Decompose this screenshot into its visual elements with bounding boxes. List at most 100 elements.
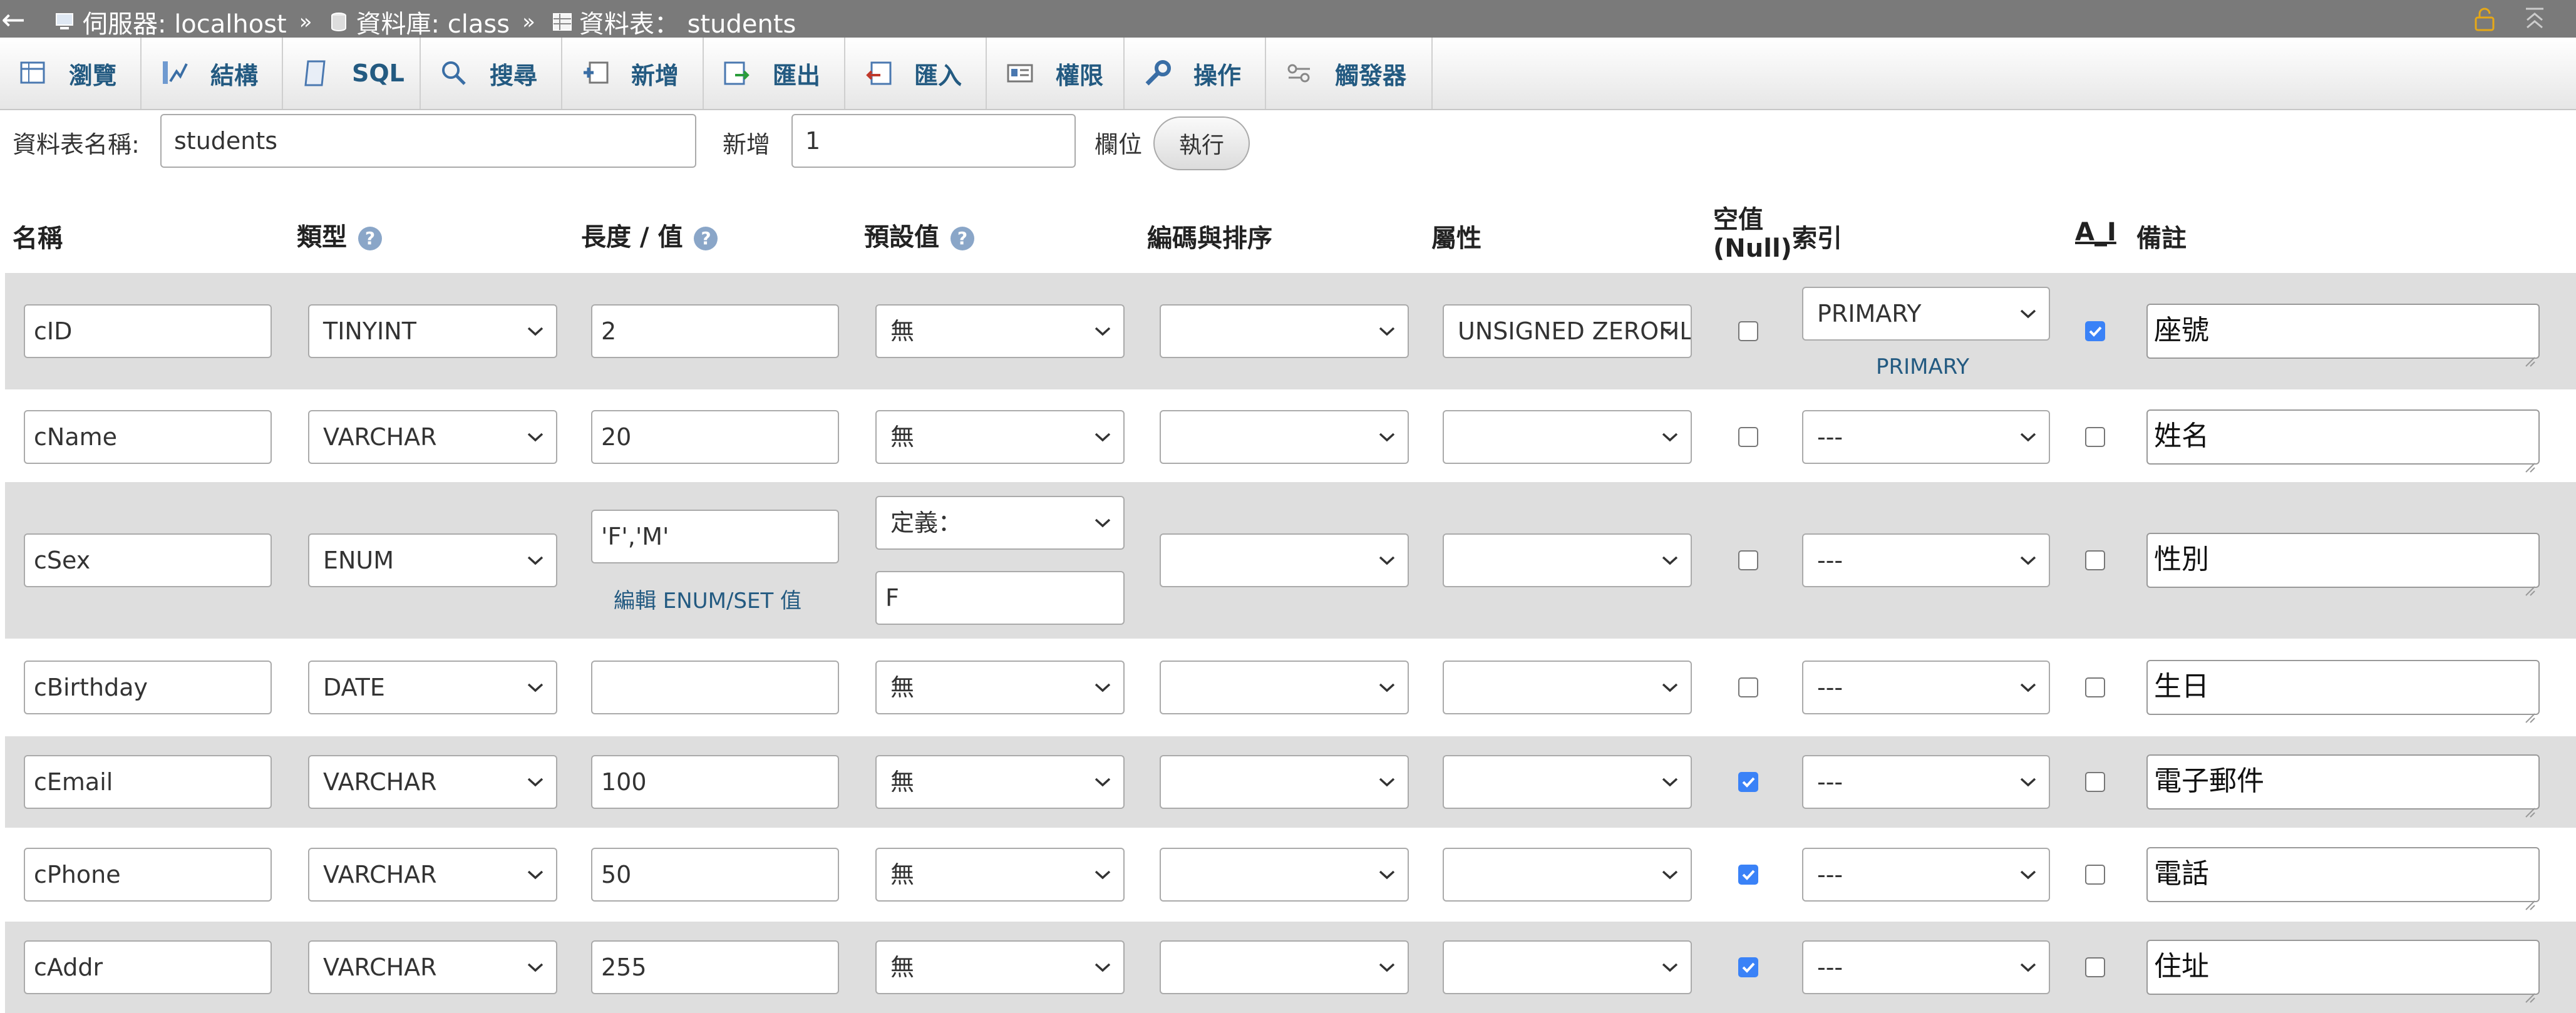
column-name-input[interactable]: cID — [24, 304, 272, 358]
breadcrumb-table[interactable]: 資料表： students — [579, 4, 796, 40]
column-index-select[interactable]: --- — [1802, 940, 2050, 994]
column-comment-textarea[interactable]: 性別 — [2146, 533, 2540, 596]
column-index-select[interactable]: --- — [1802, 410, 2050, 464]
column-null-checkbox[interactable] — [1738, 550, 1758, 570]
column-null-checkbox[interactable] — [1738, 865, 1758, 885]
column-collation-select[interactable] — [1160, 940, 1409, 994]
column-length-input[interactable]: 'F','M' — [591, 510, 839, 563]
resize-handle-icon[interactable] — [2522, 979, 2536, 1003]
collapse-icon[interactable] — [2522, 6, 2547, 31]
column-comment-textarea[interactable]: 電子郵件 — [2146, 754, 2540, 818]
column-default-select[interactable]: 無 — [875, 848, 1125, 902]
column-attribute-select[interactable]: UNSIGNED ZEROFILL — [1443, 304, 1692, 358]
column-null-checkbox[interactable] — [1738, 772, 1758, 792]
column-null-checkbox[interactable] — [1738, 427, 1758, 447]
back-arrow-icon[interactable]: ← — [1, 3, 26, 36]
column-attribute-select[interactable] — [1443, 848, 1692, 902]
column-length-input[interactable]: 100 — [591, 755, 839, 809]
column-index-select[interactable]: --- — [1802, 661, 2050, 714]
column-index-select[interactable]: --- — [1802, 755, 2050, 809]
column-collation-select[interactable] — [1160, 304, 1409, 358]
resize-handle-icon[interactable] — [2522, 886, 2536, 910]
column-type-select[interactable]: DATE — [308, 661, 557, 714]
resize-handle-icon[interactable] — [2522, 793, 2536, 818]
column-name-input[interactable]: cName — [24, 410, 272, 464]
column-length-input[interactable]: 20 — [591, 410, 839, 464]
tab-export[interactable]: 匯出 — [704, 38, 845, 109]
tab-browse[interactable]: 瀏覽 — [0, 38, 142, 109]
lock-icon[interactable] — [2472, 6, 2497, 31]
column-attribute-select[interactable] — [1443, 755, 1692, 809]
column-name-input[interactable]: cEmail — [24, 755, 272, 809]
column-name-input[interactable]: cPhone — [24, 848, 272, 902]
tab-import[interactable]: 匯入 — [845, 38, 987, 109]
column-length-input[interactable] — [591, 661, 839, 714]
tab-operations[interactable]: 操作 — [1125, 38, 1266, 109]
column-auto-increment-checkbox[interactable] — [2085, 321, 2105, 341]
column-auto-increment-checkbox[interactable] — [2085, 677, 2105, 697]
tab-sql[interactable]: SQL — [283, 38, 421, 109]
help-icon[interactable]: ? — [951, 227, 974, 250]
column-default-select[interactable]: 定義： — [875, 496, 1125, 550]
column-default-select[interactable]: 無 — [875, 940, 1125, 994]
column-index-select[interactable]: PRIMARY — [1802, 287, 2050, 341]
column-default-select[interactable]: 無 — [875, 755, 1125, 809]
help-icon[interactable]: ? — [358, 227, 382, 250]
column-auto-increment-checkbox[interactable] — [2085, 427, 2105, 447]
column-length-input[interactable]: 255 — [591, 940, 839, 994]
column-auto-increment-checkbox[interactable] — [2085, 865, 2105, 885]
column-auto-increment-checkbox[interactable] — [2085, 550, 2105, 570]
column-null-checkbox[interactable] — [1738, 677, 1758, 697]
column-attribute-select[interactable] — [1443, 533, 1692, 587]
column-name-input[interactable]: cAddr — [24, 940, 272, 994]
column-auto-increment-checkbox[interactable] — [2085, 957, 2105, 977]
tab-privileges[interactable]: 權限 — [987, 38, 1125, 109]
table-name-input[interactable] — [160, 114, 696, 168]
column-default-select[interactable]: 無 — [875, 410, 1125, 464]
column-type-select[interactable]: ENUM — [308, 533, 557, 587]
column-comment-textarea[interactable]: 住址 — [2146, 940, 2540, 1003]
column-attribute-select[interactable] — [1443, 661, 1692, 714]
column-collation-select[interactable] — [1160, 410, 1409, 464]
resize-handle-icon[interactable] — [2522, 448, 2536, 473]
column-default-value-input[interactable]: F — [875, 571, 1125, 625]
column-attribute-select[interactable] — [1443, 940, 1692, 994]
tab-structure[interactable]: 結構 — [142, 38, 283, 109]
resize-handle-icon[interactable] — [2522, 342, 2536, 367]
column-default-select[interactable]: 無 — [875, 304, 1125, 358]
tab-insert[interactable]: 新增 — [562, 38, 704, 109]
breadcrumb-server[interactable]: 伺服器: localhost — [83, 4, 287, 40]
column-comment-textarea[interactable]: 電話 — [2146, 847, 2540, 910]
column-collation-select[interactable] — [1160, 755, 1409, 809]
help-icon[interactable]: ? — [694, 227, 718, 250]
column-null-checkbox[interactable] — [1738, 957, 1758, 977]
add-columns-count-input[interactable] — [791, 114, 1076, 168]
column-type-select[interactable]: VARCHAR — [308, 848, 557, 902]
column-type-select[interactable]: VARCHAR — [308, 755, 557, 809]
column-length-input[interactable]: 50 — [591, 848, 839, 902]
edit-enum-values-link[interactable]: 編輯 ENUM/SET 值 — [614, 584, 801, 614]
column-type-select[interactable]: VARCHAR — [308, 940, 557, 994]
column-type-select[interactable]: TINYINT — [308, 304, 557, 358]
resize-handle-icon[interactable] — [2522, 572, 2536, 596]
column-auto-increment-checkbox[interactable] — [2085, 772, 2105, 792]
column-type-select[interactable]: VARCHAR — [308, 410, 557, 464]
tab-triggers[interactable]: 觸發器 — [1266, 38, 1433, 109]
column-length-input[interactable]: 2 — [591, 304, 839, 358]
go-button[interactable]: 執行 — [1153, 116, 1250, 170]
column-default-select[interactable]: 無 — [875, 661, 1125, 714]
column-name-input[interactable]: cSex — [24, 533, 272, 587]
column-name-input[interactable]: cBirthday — [24, 661, 272, 714]
breadcrumb-database[interactable]: 資料庫: class — [356, 4, 510, 40]
column-index-select[interactable]: --- — [1802, 848, 2050, 902]
column-comment-textarea[interactable]: 生日 — [2146, 660, 2540, 723]
column-collation-select[interactable] — [1160, 661, 1409, 714]
column-collation-select[interactable] — [1160, 533, 1409, 587]
column-comment-textarea[interactable]: 姓名 — [2146, 409, 2540, 473]
resize-handle-icon[interactable] — [2522, 699, 2536, 723]
column-collation-select[interactable] — [1160, 848, 1409, 902]
column-index-select[interactable]: --- — [1802, 533, 2050, 587]
column-attribute-select[interactable] — [1443, 410, 1692, 464]
column-null-checkbox[interactable] — [1738, 321, 1758, 341]
column-comment-textarea[interactable]: 座號 — [2146, 304, 2540, 367]
